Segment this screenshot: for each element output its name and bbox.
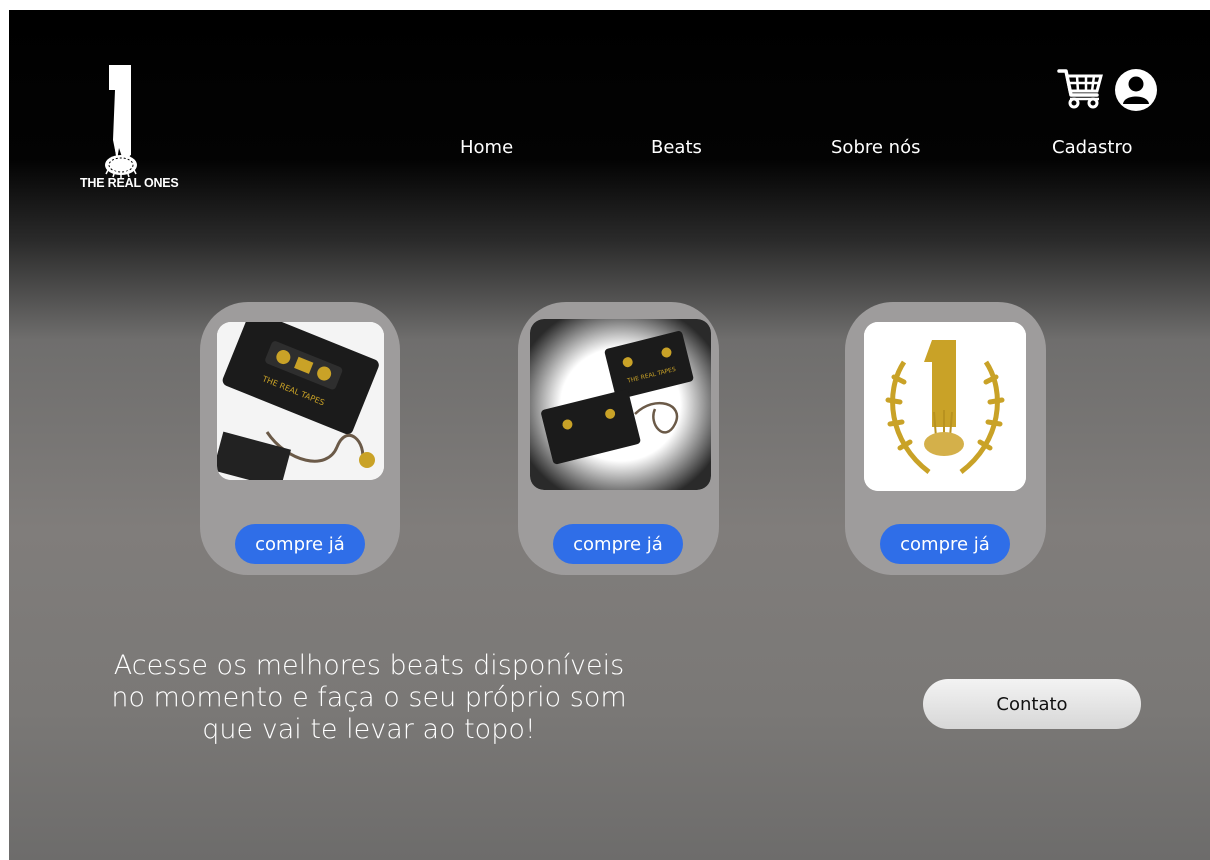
brand-name: THE REAL ONES (80, 176, 179, 190)
nav-sobre-nos[interactable]: Sobre nós (831, 137, 920, 158)
product-image[interactable]: THE REAL TAPES (530, 319, 711, 490)
product-card: compre já (845, 302, 1046, 575)
buy-button[interactable]: compre já (880, 524, 1010, 564)
user-profile-icon[interactable] (1115, 69, 1157, 111)
product-image[interactable]: THE REAL TAPES (217, 322, 384, 480)
shopping-cart-icon[interactable] (1057, 67, 1105, 111)
contact-button[interactable]: Contato (923, 679, 1141, 729)
product-card: THE REAL TAPES compre já (200, 302, 400, 575)
product-image[interactable] (864, 322, 1026, 491)
page-frame: THE REAL ONES Home Beats Sobre nós Cadas… (9, 10, 1210, 860)
tagline-line: Acesse os melhores beats disponíveis (113, 650, 625, 681)
nav-cadastro[interactable]: Cadastro (1052, 137, 1133, 158)
tagline-line: no momento e faça o seu próprio som (111, 682, 627, 713)
tagline-line: que vai te levar ao topo! (202, 714, 536, 745)
cassette-cover-image: THE REAL TAPES (217, 322, 384, 480)
buy-button[interactable]: compre já (235, 524, 365, 564)
nav-home[interactable]: Home (460, 137, 513, 158)
tagline: Acesse os melhores beats disponíveis no … (99, 650, 639, 746)
nav-beats[interactable]: Beats (651, 137, 702, 158)
gold-laurel-logo-image (864, 322, 1026, 491)
buy-button[interactable]: compre já (553, 524, 683, 564)
cassette-cover-image: THE REAL TAPES (530, 319, 711, 490)
product-card: THE REAL TAPES compre já (518, 302, 719, 575)
brand-logo[interactable] (79, 60, 179, 190)
